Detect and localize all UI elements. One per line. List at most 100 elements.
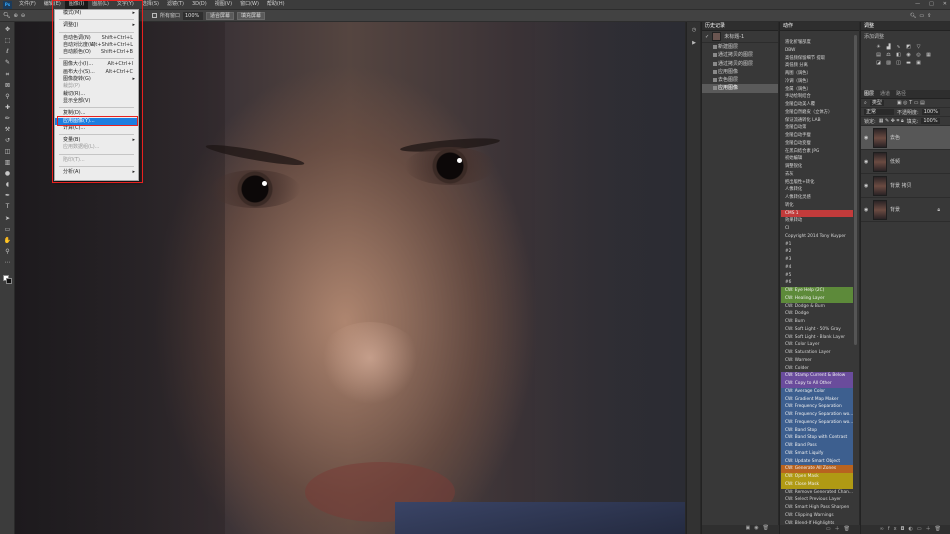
action-item[interactable]: 手动绘制结合	[781, 93, 853, 101]
new-document-icon[interactable]: ▣	[746, 525, 755, 531]
shape-tool-icon[interactable]: ▭	[0, 225, 15, 233]
menu-item[interactable]: 3D(D)	[188, 0, 211, 9]
action-item[interactable]: #4	[781, 264, 853, 272]
image-menu-item[interactable]: 自动颜色(O) Shift+Ctrl+B	[55, 49, 138, 56]
menu-item[interactable]: 文字(Y)	[113, 0, 138, 9]
action-item[interactable]: CW: Dodge	[781, 310, 853, 318]
hand-tool-icon[interactable]: ✋	[0, 236, 15, 244]
photo-filter-icon[interactable]: ◉	[905, 52, 912, 58]
trash-icon[interactable]: 🗑︎	[844, 526, 854, 532]
action-item[interactable]: #3	[781, 256, 853, 264]
search-icon[interactable]: 🔍︎	[910, 13, 916, 19]
action-item[interactable]: 金陵自动手瘦	[781, 132, 853, 140]
minimize-button[interactable]: —	[915, 0, 920, 9]
levels-icon[interactable]: ▟	[885, 44, 892, 50]
action-item[interactable]: 高低频保留细节 提取	[781, 55, 853, 63]
action-item[interactable]: #1	[781, 241, 853, 249]
more-tools-icon[interactable]: ⋯	[0, 259, 15, 267]
menu-item-apply-image[interactable]: 应用图像(Y)...	[55, 117, 138, 125]
action-item[interactable]: DBW	[781, 47, 853, 55]
action-item[interactable]: 金陵自然磨皮（立体方）	[781, 109, 853, 117]
fill-field[interactable]: 100%	[921, 118, 940, 124]
history-state[interactable]: 通过拷贝的图层	[702, 51, 778, 59]
action-item[interactable]: 金陵自动第	[781, 124, 853, 132]
camera-icon[interactable]: ◉	[754, 525, 762, 531]
quick-select-tool-icon[interactable]: ✎	[0, 59, 15, 67]
action-item[interactable]: CW: Update Smart Object	[781, 457, 853, 466]
action-item[interactable]: CI	[781, 225, 853, 233]
type-tool-icon[interactable]: T	[0, 203, 15, 211]
exposure-icon[interactable]: ◩	[905, 44, 912, 50]
action-item[interactable]: CW: Soft Light - 50% Gray	[781, 326, 853, 334]
move-tool-icon[interactable]: ✥	[0, 26, 15, 34]
image-menu-item[interactable]: 图像大小(I)... Alt+Ctrl+I	[55, 61, 138, 68]
action-item[interactable]: 液化折皱部度	[781, 39, 853, 47]
action-item[interactable]: CW: Frequency Separation wo...	[781, 418, 853, 427]
history-brush-icon[interactable]: ↺	[0, 137, 15, 145]
zoom-out-icon[interactable]: ⊖	[21, 13, 25, 19]
zoom-tool-icon[interactable]: 🔍︎	[3, 12, 11, 19]
action-item[interactable]: 人像转化	[781, 186, 853, 194]
tab-channels[interactable]: 通道	[880, 90, 890, 98]
menu-item[interactable]: 选择(S)	[138, 0, 163, 9]
action-item[interactable]: CW: Warmer	[781, 357, 853, 365]
action-item[interactable]: #5	[781, 272, 853, 280]
link-icon[interactable]: ∞	[880, 526, 888, 532]
frame-tool-icon[interactable]: ⊠	[0, 81, 15, 89]
image-menu-item[interactable]: 模式(M) ▸	[55, 10, 138, 17]
hue-saturation-icon[interactable]: ▤	[875, 52, 882, 58]
visibility-eye-icon[interactable]: ◉	[864, 159, 870, 165]
mask-icon[interactable]: ◘	[901, 526, 909, 532]
action-item[interactable]: 金陵自动变瘦	[781, 140, 853, 148]
history-state[interactable]: 新建图层	[702, 43, 778, 51]
gradient-map-icon[interactable]: ▬	[905, 60, 912, 66]
menu-item[interactable]: 窗口(W)	[236, 0, 263, 9]
menu-item[interactable]: 图像(I)	[64, 0, 89, 9]
color-lookup-icon[interactable]: ▦	[925, 52, 932, 58]
action-item[interactable]: CMS 1	[781, 209, 853, 218]
blend-mode-select[interactable]: 正常	[864, 109, 894, 115]
gradient-tool-icon[interactable]: ▥	[0, 159, 15, 167]
share-icon[interactable]: ⇪	[927, 13, 931, 19]
actions-scrollbar[interactable]	[854, 35, 857, 345]
clone-stamp-icon[interactable]: ⚒	[0, 126, 15, 134]
zoom-in-icon[interactable]: ⊕	[14, 13, 18, 19]
tab-layers[interactable]: 图层	[864, 90, 874, 98]
history-snapshot[interactable]: ✓ 未标题-1	[702, 31, 778, 43]
action-item[interactable]: CW: Dodge & Burn	[781, 303, 853, 311]
maximize-button[interactable]: □	[929, 0, 934, 9]
path-select-icon[interactable]: ➤	[0, 214, 15, 222]
workspace-icon[interactable]: ▭	[919, 13, 924, 19]
layer-row[interactable]: ◉ 背景 拷贝	[861, 174, 950, 198]
action-item[interactable]: CW: Colder	[781, 365, 853, 373]
history-state[interactable]: 应用图像	[702, 68, 778, 76]
history-state[interactable]: 去色图层	[702, 76, 778, 84]
dodge-tool-icon[interactable]: ◖	[0, 181, 15, 189]
action-item[interactable]: 初始编辑	[781, 155, 853, 163]
lasso-tool-icon[interactable]: ℓ	[0, 48, 15, 56]
layer-row[interactable]: ◉ 背景 🔒︎	[861, 198, 950, 222]
marquee-tool-icon[interactable]: ⬚	[0, 37, 15, 45]
image-menu-item[interactable]: 画布大小(S)... Alt+Ctrl+C	[55, 69, 138, 76]
black-white-icon[interactable]: ◧	[895, 52, 902, 58]
action-item[interactable]: 去灰	[781, 171, 853, 179]
action-item[interactable]: CW: Average Color	[781, 387, 853, 396]
action-item[interactable]: CW: Healing Layer	[781, 294, 853, 303]
action-item[interactable]: CW: Band Stop	[781, 426, 853, 435]
color-balance-icon[interactable]: ⚖	[885, 52, 892, 58]
healing-brush-icon[interactable]: ✚	[0, 104, 15, 112]
action-item[interactable]: 效果转动	[781, 217, 853, 225]
action-item[interactable]: CW: Frequency Separation wo...	[781, 411, 853, 419]
brush-tool-icon[interactable]: ✏	[0, 115, 15, 123]
image-menu-item[interactable]: 复制(D)...	[55, 110, 138, 117]
visibility-eye-icon[interactable]: ◉	[864, 183, 870, 189]
eyedropper-tool-icon[interactable]: ⚲	[0, 92, 15, 100]
action-item[interactable]: CW: Stamp Current & Below	[781, 372, 853, 380]
scroll-all-windows-checkbox[interactable]	[152, 13, 157, 18]
visibility-eye-icon[interactable]: ◉	[864, 135, 870, 141]
image-menu-item[interactable]: 显示全部(V)	[55, 98, 138, 105]
action-item[interactable]: CW: Saturation Layer	[781, 349, 853, 357]
trash-icon[interactable]: 🗑︎	[763, 525, 773, 531]
layer-row[interactable]: ◉ 去色	[861, 126, 950, 150]
zoom-value-field[interactable]: 100%	[183, 11, 203, 20]
